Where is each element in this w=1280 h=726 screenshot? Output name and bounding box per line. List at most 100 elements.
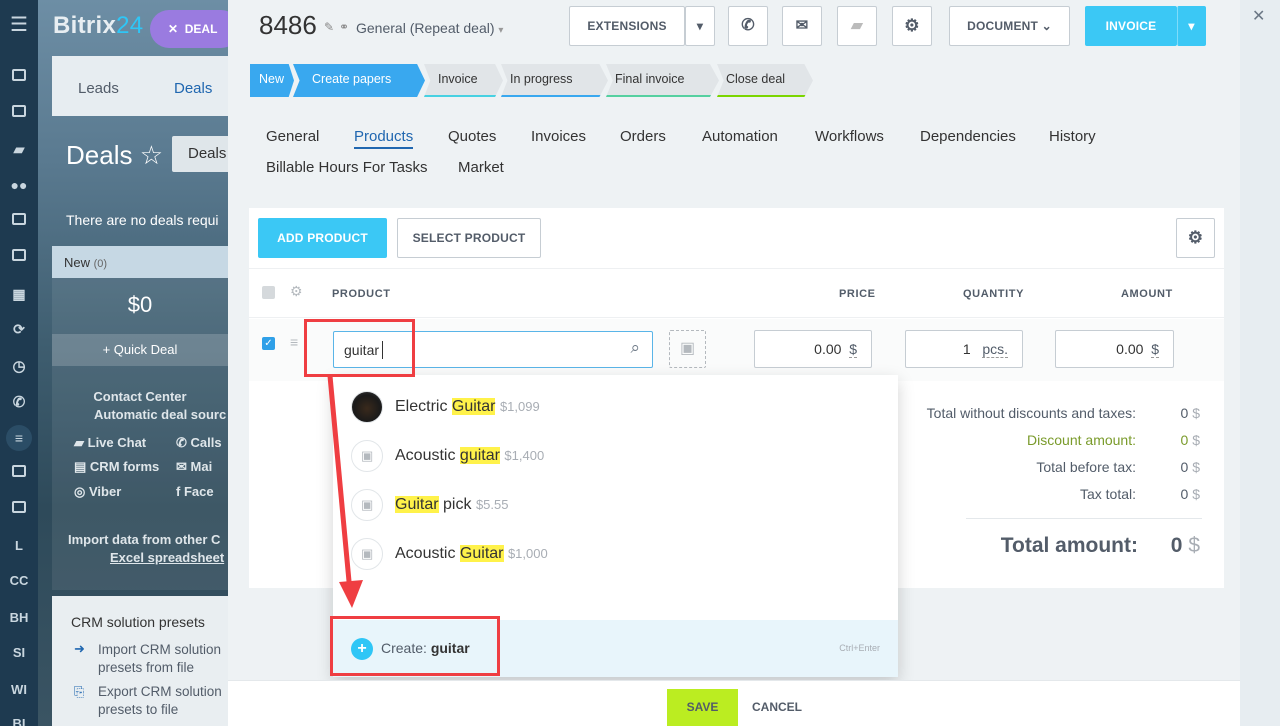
crm-filter-icon[interactable]: ≡ (0, 425, 38, 451)
calendar-icon[interactable] (0, 249, 38, 264)
cancel-button[interactable]: CANCEL (752, 700, 802, 714)
annotation-arrow (327, 375, 363, 608)
tab-invoices[interactable]: Invoices (531, 128, 586, 145)
total-before-tax-label: Total before tax: (1036, 459, 1136, 475)
import-text[interactable]: Import data from other C (68, 532, 220, 547)
header-amount: AMOUNT (1121, 288, 1173, 300)
facebook-link[interactable]: f Face (176, 484, 214, 499)
chat-icon[interactable]: ▰ (0, 141, 38, 158)
close-slider-icon[interactable]: ✕ (1252, 6, 1265, 26)
tab-leads[interactable]: Leads (78, 80, 119, 97)
stage-create-papers[interactable]: Create papers (293, 64, 425, 97)
sync-icon[interactable]: ⟳ (0, 321, 38, 338)
stage-invoice[interactable]: Invoice (424, 64, 503, 97)
select-product-button[interactable]: SELECT PRODUCT (397, 218, 541, 258)
menu-icon[interactable]: ☰ (0, 12, 38, 37)
extensions-button[interactable]: EXTENSIONS (569, 6, 685, 46)
contacts-icon[interactable]: ●● (0, 177, 38, 193)
phone-icon: ✆ (176, 435, 187, 450)
tab-products[interactable]: Products (354, 128, 414, 149)
tab-history[interactable]: History (1049, 128, 1096, 145)
tab-automation[interactable]: Automation (702, 128, 778, 145)
link-icon[interactable]: ⚭ (339, 20, 349, 34)
drag-handle-icon[interactable]: ≡ (290, 334, 298, 350)
edit-icon[interactable]: ✎ (324, 20, 334, 34)
mail-link[interactable]: ✉ Mai (176, 459, 212, 475)
select-all-checkbox[interactable] (262, 286, 275, 299)
deals-filter-box[interactable]: Deals (172, 136, 228, 172)
stage-in-progress[interactable]: In progress (501, 64, 608, 97)
invoice-button[interactable]: INVOICE (1085, 6, 1177, 46)
window-icon[interactable] (0, 465, 38, 480)
phone-icon[interactable]: ✆ (0, 393, 38, 411)
product-settings-button[interactable]: ⚙ (1176, 218, 1215, 258)
quick-deal-button[interactable]: + Quick Deal (52, 334, 228, 366)
crm-forms-link[interactable]: ▤ CRM forms (74, 459, 159, 475)
stage-final-invoice[interactable]: Final invoice (606, 64, 719, 97)
rail-item-bh[interactable]: BH (0, 610, 38, 625)
import-icon: ➜ (74, 641, 85, 656)
presets-title: CRM solution presets (71, 614, 205, 630)
export-presets-link[interactable]: Export CRM solution presets to file (98, 683, 222, 719)
chevron-down-icon: ▾ (498, 25, 504, 36)
feed-icon[interactable] (0, 69, 38, 84)
tasks-icon[interactable] (0, 105, 38, 120)
clock-icon[interactable]: ◷ (0, 357, 38, 375)
bitrix-logo: Bitrix24 (53, 12, 144, 39)
invoice-dropdown[interactable]: ▾ (1177, 6, 1206, 46)
calls-link[interactable]: ✆ Calls (176, 435, 222, 451)
highlight-search-box (304, 319, 415, 377)
tab-general[interactable]: General (266, 128, 319, 145)
deal-category[interactable]: General (Repeat deal) ▾ (356, 20, 503, 36)
drive-icon[interactable] (0, 213, 38, 228)
rail-item-cc[interactable]: CC (0, 573, 38, 588)
add-product-button[interactable]: ADD PRODUCT (258, 218, 387, 258)
chat-button[interactable]: ▰ (837, 6, 877, 46)
stage-new[interactable]: New (250, 64, 294, 97)
excel-link[interactable]: Excel spreadsheet (110, 550, 224, 565)
deal-pill-button[interactable]: ✕ DEAL (150, 10, 228, 48)
rail-item-wi[interactable]: WI (0, 682, 38, 697)
dropdown-item[interactable]: ▣ Acoustic Guitar $1,000 (351, 538, 881, 574)
tab-dependencies[interactable]: Dependencies (920, 128, 1016, 145)
tab-billable-hours[interactable]: Billable Hours For Tasks (266, 159, 427, 176)
price-field[interactable]: 0.00 $ (754, 330, 872, 368)
apps-icon[interactable]: ▦ (0, 286, 38, 303)
id-card-icon[interactable] (0, 501, 38, 516)
import-presets-link[interactable]: Import CRM solution presets from file (98, 641, 221, 677)
tab-quotes[interactable]: Quotes (448, 128, 496, 145)
chevron-down-icon: ▾ (1188, 19, 1195, 33)
stage-close-deal[interactable]: Close deal (717, 64, 813, 97)
tab-deals[interactable]: Deals (174, 80, 212, 97)
extensions-dropdown[interactable]: ▾ (685, 6, 715, 46)
rail-item-si[interactable]: SI (0, 645, 38, 660)
quantity-field[interactable]: 1 pcs. (905, 330, 1023, 368)
save-button[interactable]: SAVE (667, 689, 738, 726)
export-icon: ⎘ (74, 684, 85, 699)
search-icon[interactable]: ⌕ (630, 338, 640, 358)
mail-icon: ✉ (795, 17, 809, 34)
mail-button[interactable]: ✉ (782, 6, 822, 46)
contact-center-title: Contact Center (93, 389, 187, 404)
left-nav-rail: ☰ ▰ ●● ▦ ⟳ ◷ ✆ ≡ L CC BH SI WI BI (0, 0, 38, 726)
gear-icon[interactable]: ⚙ (290, 283, 303, 300)
settings-button[interactable]: ⚙ (892, 6, 932, 46)
live-chat-link[interactable]: ▰ Live Chat (74, 435, 146, 451)
tab-workflows[interactable]: Workflows (815, 128, 884, 145)
row-checkbox[interactable]: ✓ (262, 337, 275, 350)
document-button[interactable]: DOCUMENT ⌄ (949, 6, 1070, 46)
dropdown-item[interactable]: Electric Guitar $1,099 (351, 391, 881, 427)
amount-field[interactable]: 0.00 $ (1055, 330, 1174, 368)
rail-item-bi[interactable]: BI (0, 716, 38, 726)
star-icon[interactable]: ☆ (140, 140, 163, 170)
phone-button[interactable]: ✆ (728, 6, 768, 46)
deal-id: 8486 (259, 10, 317, 40)
dropdown-item[interactable]: ▣ Acoustic guitar $1,400 (351, 440, 881, 476)
tab-orders[interactable]: Orders (620, 128, 666, 145)
dropdown-item[interactable]: ▣ Guitar pick $5.55 (351, 489, 881, 525)
rail-item-l[interactable]: L (0, 538, 38, 553)
chat-icon: ▰ (74, 435, 84, 450)
image-placeholder-icon[interactable]: ▣ (669, 330, 706, 368)
viber-link[interactable]: ◎ Viber (74, 484, 121, 500)
tab-market[interactable]: Market (458, 159, 504, 176)
